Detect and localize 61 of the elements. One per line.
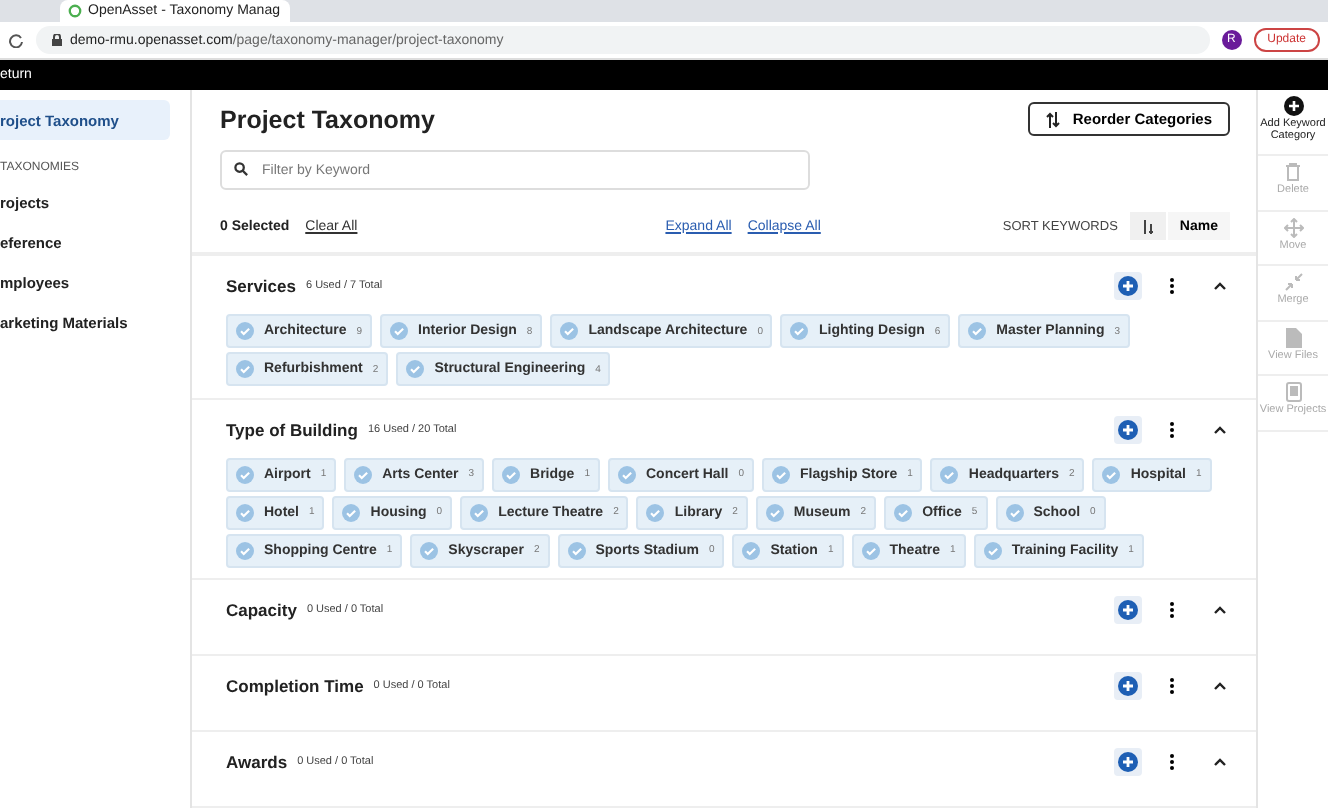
plus-circle-icon <box>1118 752 1138 772</box>
check-circle-icon <box>567 541 586 560</box>
check-circle-icon <box>560 322 579 340</box>
move-icon <box>1283 217 1303 237</box>
category-title: Awards <box>226 752 288 772</box>
add-keyword-button[interactable] <box>1114 596 1142 624</box>
category-title: Completion Time <box>226 676 364 696</box>
add-keyword-button[interactable] <box>1114 748 1142 776</box>
check-circle-icon <box>390 322 409 340</box>
chevron-up-icon <box>1214 606 1226 614</box>
trash-icon <box>1284 162 1302 182</box>
check-circle-icon <box>742 541 761 560</box>
reload-icon[interactable] <box>8 32 24 48</box>
plus-circle-icon <box>1118 419 1138 440</box>
add-keyword-button[interactable] <box>1114 272 1142 300</box>
check-circle-icon <box>470 503 489 522</box>
loading-ring-icon <box>68 4 82 18</box>
check-circle-icon <box>236 360 254 378</box>
check-circle-icon <box>236 322 254 340</box>
check-circle-icon <box>406 360 425 378</box>
check-circle-icon <box>617 465 636 484</box>
search-icon <box>234 162 248 176</box>
chevron-up-icon <box>1214 682 1226 690</box>
sort-arrows-icon <box>1046 111 1061 127</box>
lock-icon <box>52 34 62 46</box>
tablet-icon <box>1285 382 1301 402</box>
sort-direction-button[interactable] <box>1129 212 1166 240</box>
add-keyword-button[interactable] <box>1114 672 1142 700</box>
category-title: Capacity <box>226 600 297 620</box>
plus-circle-icon <box>1118 676 1138 696</box>
file-icon <box>1285 327 1301 347</box>
check-circle-icon <box>354 465 373 484</box>
check-circle-icon <box>861 541 880 560</box>
category-title: Type of Building <box>226 419 358 440</box>
page-title: Project Taxonomy <box>220 105 437 133</box>
check-circle-icon <box>772 465 790 484</box>
chevron-up-icon <box>1214 282 1226 290</box>
check-circle-icon <box>765 503 784 522</box>
check-circle-icon <box>236 503 254 522</box>
check-circle-icon <box>646 503 665 522</box>
chevron-up-icon <box>1214 425 1226 434</box>
check-circle-icon <box>502 465 521 484</box>
check-circle-icon <box>940 465 959 484</box>
check-circle-icon <box>1005 503 1024 522</box>
check-circle-icon <box>968 322 987 340</box>
check-circle-icon <box>790 322 809 340</box>
check-circle-icon <box>236 541 254 560</box>
plus-circle-icon <box>1118 276 1138 296</box>
check-circle-icon <box>1102 465 1121 484</box>
plus-circle-icon <box>1118 600 1138 620</box>
check-circle-icon <box>420 541 439 560</box>
plus-circle-icon <box>1283 96 1303 116</box>
category-title: Services <box>226 276 296 296</box>
check-circle-icon <box>236 465 254 484</box>
check-circle-icon <box>894 503 913 522</box>
sort-icon <box>1141 219 1154 233</box>
check-circle-icon <box>983 541 1002 560</box>
check-circle-icon <box>342 503 361 522</box>
add-keyword-button[interactable] <box>1114 415 1142 444</box>
chevron-up-icon <box>1214 758 1226 766</box>
merge-arrows-icon <box>1283 272 1303 292</box>
